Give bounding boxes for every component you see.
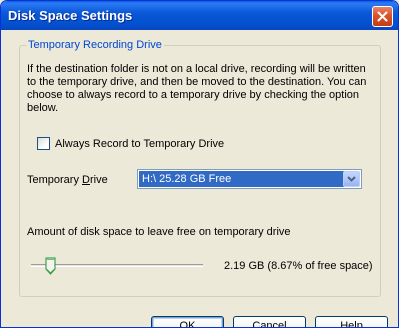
window-title: Disk Space Settings bbox=[8, 8, 133, 23]
always-record-option[interactable]: Always Record to Temporary Drive bbox=[37, 137, 224, 150]
selected-drive-value[interactable]: H:\ 25.28 GB Free bbox=[139, 171, 344, 187]
close-icon bbox=[377, 11, 388, 22]
temporary-drive-group: Temporary Recording Drive If the destina… bbox=[19, 39, 381, 297]
temporary-drive-label: Temporary Drive bbox=[27, 174, 108, 186]
dropdown-button[interactable] bbox=[343, 171, 360, 187]
ok-button[interactable]: OK bbox=[151, 316, 224, 327]
group-legend: Temporary Recording Drive bbox=[26, 39, 164, 51]
drive-label-post: rive bbox=[89, 174, 108, 186]
help-button[interactable]: Help bbox=[315, 316, 388, 328]
always-record-label[interactable]: Always Record to Temporary Drive bbox=[55, 138, 224, 150]
amount-label: Amount of disk space to leave free on te… bbox=[27, 226, 291, 238]
free-space-text: 2.19 GB (8.67% of free space) bbox=[224, 260, 373, 272]
help-button-label: Help bbox=[340, 320, 363, 328]
always-record-checkbox[interactable] bbox=[37, 137, 50, 150]
description-text: If the destination folder is not on a lo… bbox=[27, 63, 367, 114]
temporary-drive-select[interactable]: H:\ 25.28 GB Free bbox=[137, 169, 362, 189]
chevron-down-icon bbox=[347, 176, 356, 182]
free-space-slider-track[interactable] bbox=[31, 264, 203, 267]
cancel-button[interactable]: Cancel bbox=[233, 316, 306, 327]
dialog-body: Temporary Recording Drive If the destina… bbox=[4, 30, 395, 328]
slider-thumb-icon[interactable] bbox=[45, 257, 56, 275]
title-bar[interactable]: Disk Space Settings bbox=[1, 1, 398, 30]
close-button[interactable] bbox=[372, 6, 393, 27]
drive-label-accelerator: D bbox=[82, 174, 90, 186]
drive-label-pre: Temporary bbox=[27, 174, 83, 186]
dialog-window: Disk Space Settings Temporary Recording … bbox=[0, 0, 399, 328]
